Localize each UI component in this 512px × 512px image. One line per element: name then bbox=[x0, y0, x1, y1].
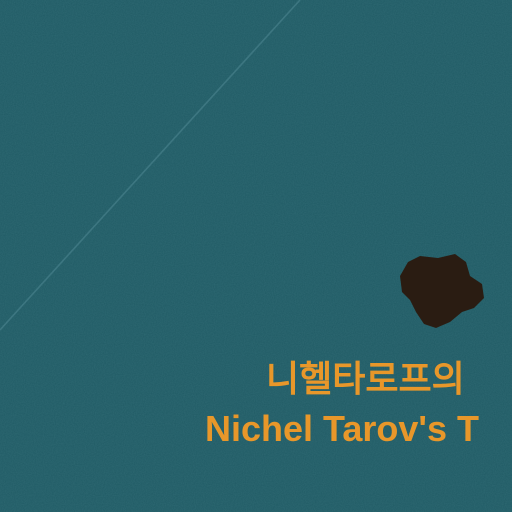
place-label-english: Nichel Tarov's T bbox=[205, 408, 479, 449]
place-label-korean: 니헬타로프의 bbox=[266, 359, 465, 400]
